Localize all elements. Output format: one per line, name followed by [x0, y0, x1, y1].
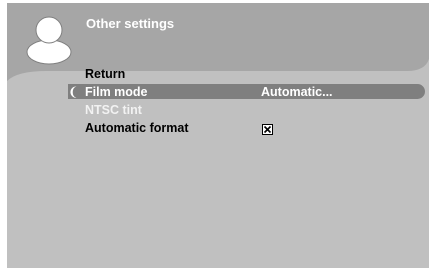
- menu-item-return[interactable]: Return: [85, 67, 125, 81]
- selection-indicator-icon: ❨: [68, 85, 79, 99]
- tv-screen: Other settings Return ❨ Film mode Automa…: [0, 0, 435, 274]
- menu-item-automatic-format[interactable]: Automatic format: [85, 121, 188, 135]
- checkmark-x-icon: [263, 125, 272, 134]
- automatic-format-checkbox[interactable]: [262, 124, 273, 135]
- menu-item-film-mode-label: Film mode: [85, 85, 148, 99]
- menu-item-ntsc-tint: NTSC tint: [85, 103, 142, 117]
- user-avatar-icon: [26, 16, 72, 65]
- page-title: Other settings: [86, 16, 175, 31]
- film-mode-value: Automatic...: [261, 85, 333, 99]
